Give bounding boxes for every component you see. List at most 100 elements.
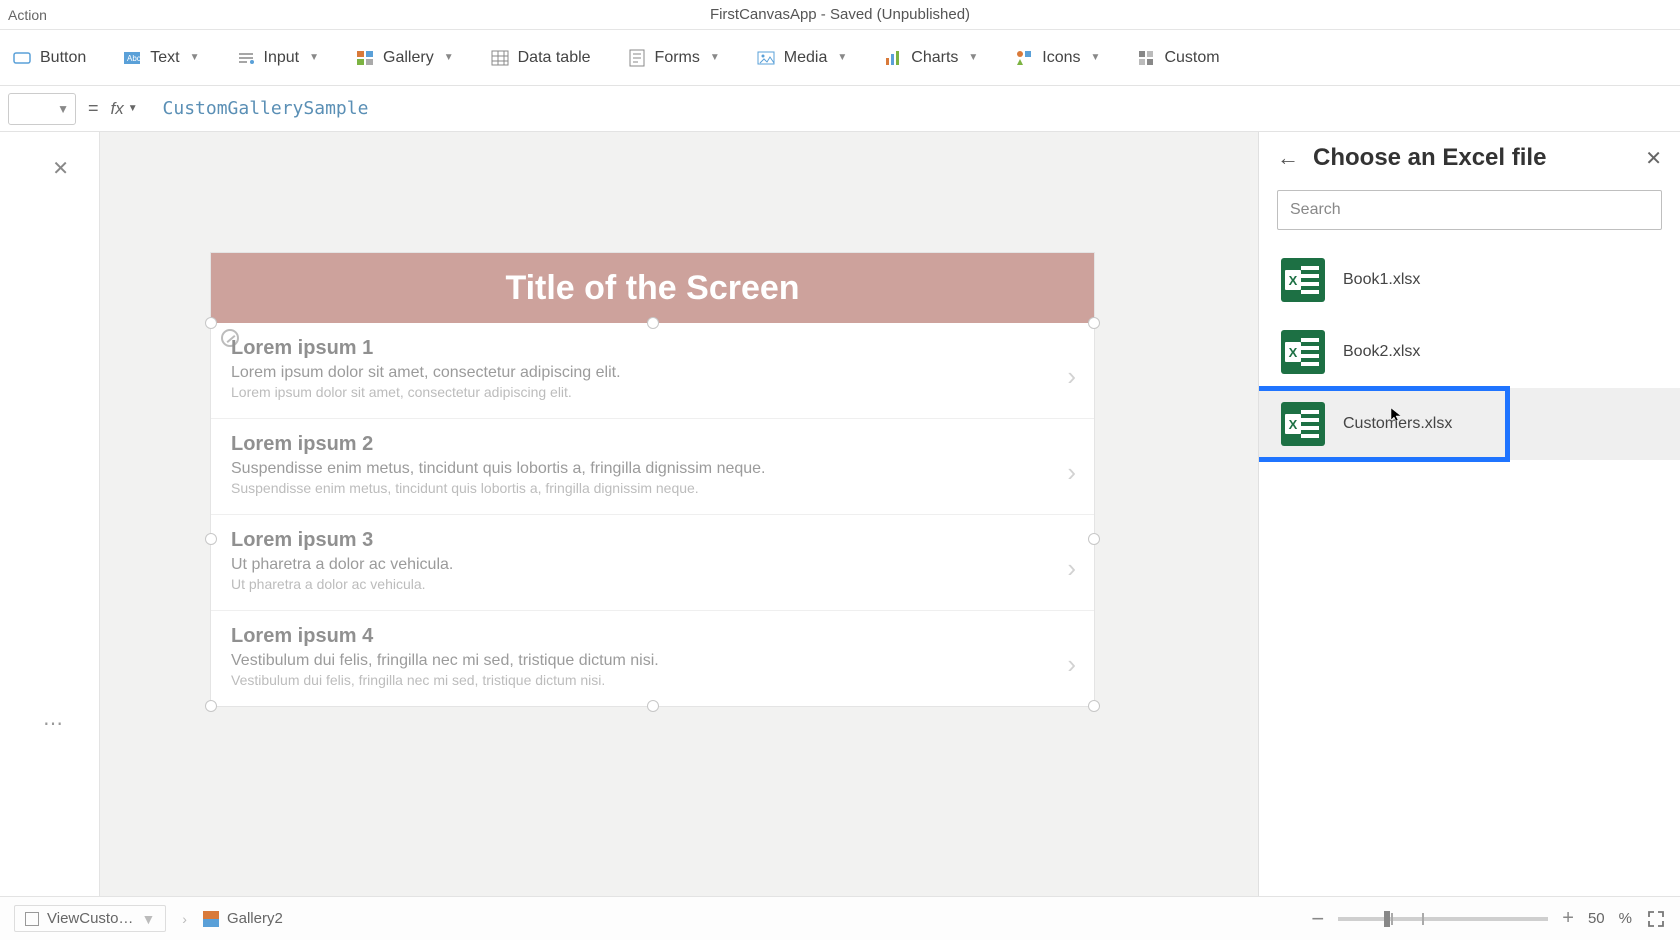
item-body: Lorem ipsum dolor sit amet, consectetur … (231, 364, 1074, 382)
control-name: Gallery2 (227, 910, 283, 927)
gallery-icon (203, 911, 219, 927)
property-selector[interactable]: ▼ (8, 93, 76, 125)
excel-icon (1281, 258, 1325, 302)
excel-icon (1281, 330, 1325, 374)
formula-bar: ▼ = fx▼ CustomGallerySample (0, 86, 1680, 132)
charts-label: Charts (911, 49, 958, 67)
selection-handle[interactable] (1088, 533, 1100, 545)
app-canvas[interactable]: Title of the Screen Lorem ipsum 1 Lorem … (210, 252, 1095, 707)
excel-file-item[interactable]: Book2.xlsx (1259, 316, 1680, 388)
svg-text:Abc: Abc (127, 54, 141, 63)
item-title: Lorem ipsum 1 (231, 337, 1074, 360)
selection-handle[interactable] (1088, 317, 1100, 329)
text-insert[interactable]: Abc Text ▼ (118, 42, 203, 74)
item-body: Ut pharetra a dolor ac vehicula. (231, 556, 1074, 574)
more-icon[interactable]: ⋯ (43, 711, 65, 736)
chevron-down-icon: ▼ (710, 52, 720, 63)
file-name: Book2.xlsx (1343, 343, 1420, 361)
selection-handle[interactable] (647, 317, 659, 329)
file-list: Book1.xlsx Book2.xlsx Customers.xlsx (1259, 244, 1680, 896)
zoom-controls: − + 50 % (1311, 906, 1666, 932)
back-icon[interactable]: ← (1277, 147, 1299, 169)
close-icon[interactable]: ✕ (1645, 146, 1662, 171)
item-subtitle: Vestibulum dui felis, fringilla nec mi s… (231, 672, 1074, 688)
zoom-out-button[interactable]: − (1311, 906, 1324, 932)
action-menu[interactable]: Action (8, 7, 47, 23)
icons-insert[interactable]: Icons ▼ (1010, 42, 1104, 74)
input-insert[interactable]: Input ▼ (232, 42, 324, 74)
panel-title: Choose an Excel file (1313, 144, 1631, 172)
chevron-right-icon: › (182, 911, 187, 927)
excel-file-item[interactable]: Customers.xlsx (1259, 388, 1680, 460)
status-bar: ViewCusto… ▼ › Gallery2 − + 50 % (0, 896, 1680, 940)
custom-icon (1136, 48, 1156, 68)
zoom-value: 50 (1588, 910, 1605, 927)
button-icon (12, 48, 32, 68)
close-icon[interactable]: ✕ (52, 156, 69, 181)
chevron-down-icon: ▼ (837, 52, 847, 63)
selection-handle[interactable] (1088, 700, 1100, 712)
excel-file-item[interactable]: Book1.xlsx (1259, 244, 1680, 316)
search-input[interactable] (1277, 190, 1662, 230)
formula-value[interactable]: CustomGallerySample (163, 98, 369, 119)
screen-name: ViewCusto… (47, 910, 133, 927)
chevron-down-icon: ▼ (1091, 52, 1101, 63)
insert-ribbon: Button Abc Text ▼ Input ▼ Gallery ▼ Data… (0, 30, 1680, 86)
breadcrumb-control[interactable]: Gallery2 (203, 910, 283, 927)
custom-label: Custom (1164, 49, 1219, 67)
button-label: Button (40, 49, 86, 67)
icons-icon (1014, 48, 1034, 68)
charts-icon (883, 48, 903, 68)
chevron-right-icon[interactable]: › (1067, 457, 1076, 488)
chevron-down-icon: ▼ (444, 52, 454, 63)
chevron-right-icon[interactable]: › (1067, 553, 1076, 584)
datatable-label: Data table (518, 49, 591, 67)
item-subtitle: Lorem ipsum dolor sit amet, consectetur … (231, 384, 1074, 400)
fx-label[interactable]: fx▼ (111, 99, 151, 119)
app-title: FirstCanvasApp - Saved (Unpublished) (710, 6, 970, 23)
button-insert[interactable]: Button (8, 42, 90, 74)
charts-insert[interactable]: Charts ▼ (879, 42, 982, 74)
media-insert[interactable]: Media ▼ (752, 42, 851, 74)
gallery-item[interactable]: Lorem ipsum 2 Suspendisse enim metus, ti… (211, 419, 1094, 515)
item-title: Lorem ipsum 3 (231, 529, 1074, 552)
excel-icon (1281, 402, 1325, 446)
gallery-insert[interactable]: Gallery ▼ (351, 42, 458, 74)
zoom-slider[interactable] (1338, 917, 1548, 921)
chevron-down-icon: ▼ (141, 911, 155, 927)
chevron-right-icon[interactable]: › (1067, 649, 1076, 680)
file-name: Book1.xlsx (1343, 271, 1420, 289)
canvas-area[interactable]: Title of the Screen Lorem ipsum 1 Lorem … (100, 132, 1258, 896)
screen-icon (25, 912, 39, 926)
title-bar: Action FirstCanvasApp - Saved (Unpublish… (0, 0, 1680, 30)
selection-handle[interactable] (205, 533, 217, 545)
gallery-item[interactable]: Lorem ipsum 3 Ut pharetra a dolor ac veh… (211, 515, 1094, 611)
screen-title: Title of the Screen (211, 253, 1094, 323)
chevron-down-icon: ▼ (968, 52, 978, 63)
gallery-icon (355, 48, 375, 68)
selection-handle[interactable] (205, 700, 217, 712)
zoom-in-button[interactable]: + (1562, 907, 1574, 930)
media-label: Media (784, 49, 828, 67)
breadcrumb-screen[interactable]: ViewCusto… ▼ (14, 905, 166, 932)
chevron-right-icon[interactable]: › (1067, 361, 1076, 392)
input-icon (236, 48, 256, 68)
chevron-down-icon: ▼ (309, 52, 319, 63)
item-body: Suspendisse enim metus, tincidunt quis l… (231, 460, 1074, 478)
custom-insert[interactable]: Custom (1132, 42, 1223, 74)
tree-view-pane: ✕ ⋯ (0, 132, 100, 896)
fit-to-screen-icon[interactable] (1646, 909, 1666, 929)
datatable-insert[interactable]: Data table (486, 42, 595, 74)
forms-label: Forms (655, 49, 700, 67)
selection-handle[interactable] (205, 317, 217, 329)
chevron-down-icon: ▼ (190, 52, 200, 63)
forms-insert[interactable]: Forms ▼ (623, 42, 724, 74)
gallery-item[interactable]: Lorem ipsum 1 Lorem ipsum dolor sit amet… (211, 323, 1094, 419)
item-title: Lorem ipsum 4 (231, 625, 1074, 648)
text-label: Text (150, 49, 179, 67)
item-subtitle: Suspendisse enim metus, tincidunt quis l… (231, 480, 1074, 496)
media-icon (756, 48, 776, 68)
selection-handle[interactable] (647, 700, 659, 712)
gallery-item[interactable]: Lorem ipsum 4 Vestibulum dui felis, frin… (211, 611, 1094, 706)
table-icon (490, 48, 510, 68)
